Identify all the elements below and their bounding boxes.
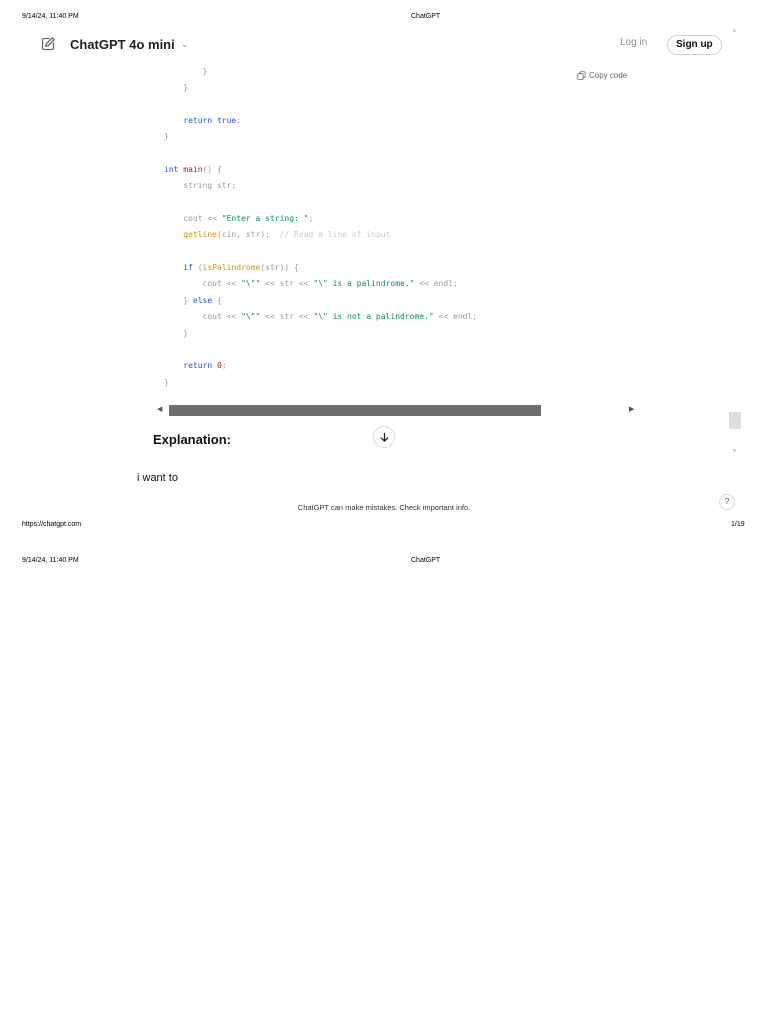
code-token: cout <<: [164, 279, 242, 289]
code-token: int: [164, 165, 184, 175]
copy-code-button[interactable]: Copy code: [577, 71, 627, 80]
code-token: ;: [308, 214, 314, 224]
signup-button[interactable]: Sign up: [667, 35, 722, 55]
code-token: "Enter a string: ": [221, 214, 309, 224]
code-token: << str <<: [260, 279, 314, 289]
code-token: getline: [183, 230, 217, 240]
page2-print-title: ChatGPT: [411, 557, 441, 564]
code-line: }: [164, 326, 477, 342]
code-token: "\"": [241, 312, 261, 322]
code-token: return: [183, 361, 213, 371]
code-token: (cin, str);: [216, 230, 280, 240]
code-token: "\" is not a palindrome.": [313, 312, 434, 322]
code-token: << endl;: [414, 279, 458, 289]
code-line: if (isPalindrome(str)) {: [164, 260, 477, 276]
code-token: string str;: [164, 181, 237, 191]
print-title: ChatGPT: [411, 13, 441, 20]
disclaimer-text: ChatGPT can make mistakes. Check importa…: [297, 503, 471, 512]
model-label: ChatGPT 4o mini: [70, 37, 175, 52]
code-line: return true;: [164, 113, 477, 129]
code-token: << str <<: [260, 312, 314, 322]
vertical-scrollbar-thumb[interactable]: [729, 412, 741, 429]
code-line: }: [164, 129, 477, 145]
code-line: return 0;: [164, 358, 477, 374]
code-line: }: [164, 64, 477, 80]
print-page-number: 1/19: [731, 521, 745, 528]
scroll-to-bottom-button[interactable]: [373, 426, 395, 448]
code-token: }: [164, 328, 189, 338]
print-url: https://chatgpt.com: [22, 521, 82, 528]
code-line: cout << "\"" << str << "\" is not a pali…: [164, 309, 478, 325]
horizontal-scrollbar-thumb[interactable]: [169, 405, 541, 416]
code-token: }: [164, 132, 169, 142]
code-line: } else {: [164, 293, 477, 309]
code-token: << endl;: [433, 312, 478, 322]
scroll-left-arrow-icon[interactable]: ◀: [157, 405, 162, 413]
code-token: // Read a line of input: [279, 230, 391, 240]
code-line: }: [164, 375, 477, 391]
code-line: }: [164, 80, 477, 96]
code-token: "\" is a palindrome.": [313, 279, 415, 289]
code-token: () {: [202, 165, 222, 175]
login-button[interactable]: Log in: [620, 37, 647, 48]
message-input[interactable]: i want to: [137, 472, 178, 484]
code-line: int main() {: [164, 162, 477, 178]
code-token: ;: [221, 361, 227, 371]
chevron-down-icon: ⌄: [180, 39, 189, 49]
edit-icon[interactable]: [40, 36, 56, 52]
code-line: cout << "\"" << str << "\" is a palindro…: [164, 276, 477, 292]
code-token: cout <<: [164, 214, 222, 224]
scroll-right-arrow-icon[interactable]: ▶: [629, 405, 634, 413]
code-line: string str;: [164, 178, 477, 194]
code-token: (str)) {: [260, 263, 299, 273]
code-token: ;: [236, 116, 242, 126]
print-date: 9/14/24, 11:40 PM: [22, 13, 79, 20]
code-token: }: [164, 295, 193, 305]
code-token: else: [192, 295, 213, 305]
page2-print-date: 9/14/24, 11:40 PM: [22, 557, 79, 564]
code-token: {: [212, 295, 222, 305]
copy-icon: [577, 71, 586, 80]
code-token: }: [164, 83, 189, 93]
explanation-heading: Explanation:: [153, 432, 232, 447]
code-token: main: [183, 165, 203, 175]
code-token: "\"": [241, 279, 261, 289]
scroll-up-arrow-icon[interactable]: ▲: [731, 27, 738, 34]
code-token: if: [183, 263, 193, 273]
code-token: cout <<: [164, 312, 242, 322]
code-token: }: [164, 377, 169, 387]
model-selector[interactable]: ChatGPT 4o mini ⌄: [70, 37, 188, 52]
code-line: getline(cin, str); // Read a line of inp…: [164, 227, 477, 243]
code-token: (: [192, 263, 203, 273]
arrow-down-icon: [380, 432, 388, 442]
copy-code-label: Copy code: [589, 71, 628, 80]
scroll-down-arrow-icon[interactable]: ▼: [731, 448, 738, 455]
code-token: return true: [183, 116, 237, 126]
code-token: }: [164, 67, 208, 76]
code-token: isPalindrome: [202, 263, 261, 273]
code-block: } } return true;} int main() { string str…: [164, 64, 477, 391]
help-button[interactable]: ?: [719, 494, 735, 510]
code-line: cout << "Enter a string: ";: [164, 211, 477, 227]
